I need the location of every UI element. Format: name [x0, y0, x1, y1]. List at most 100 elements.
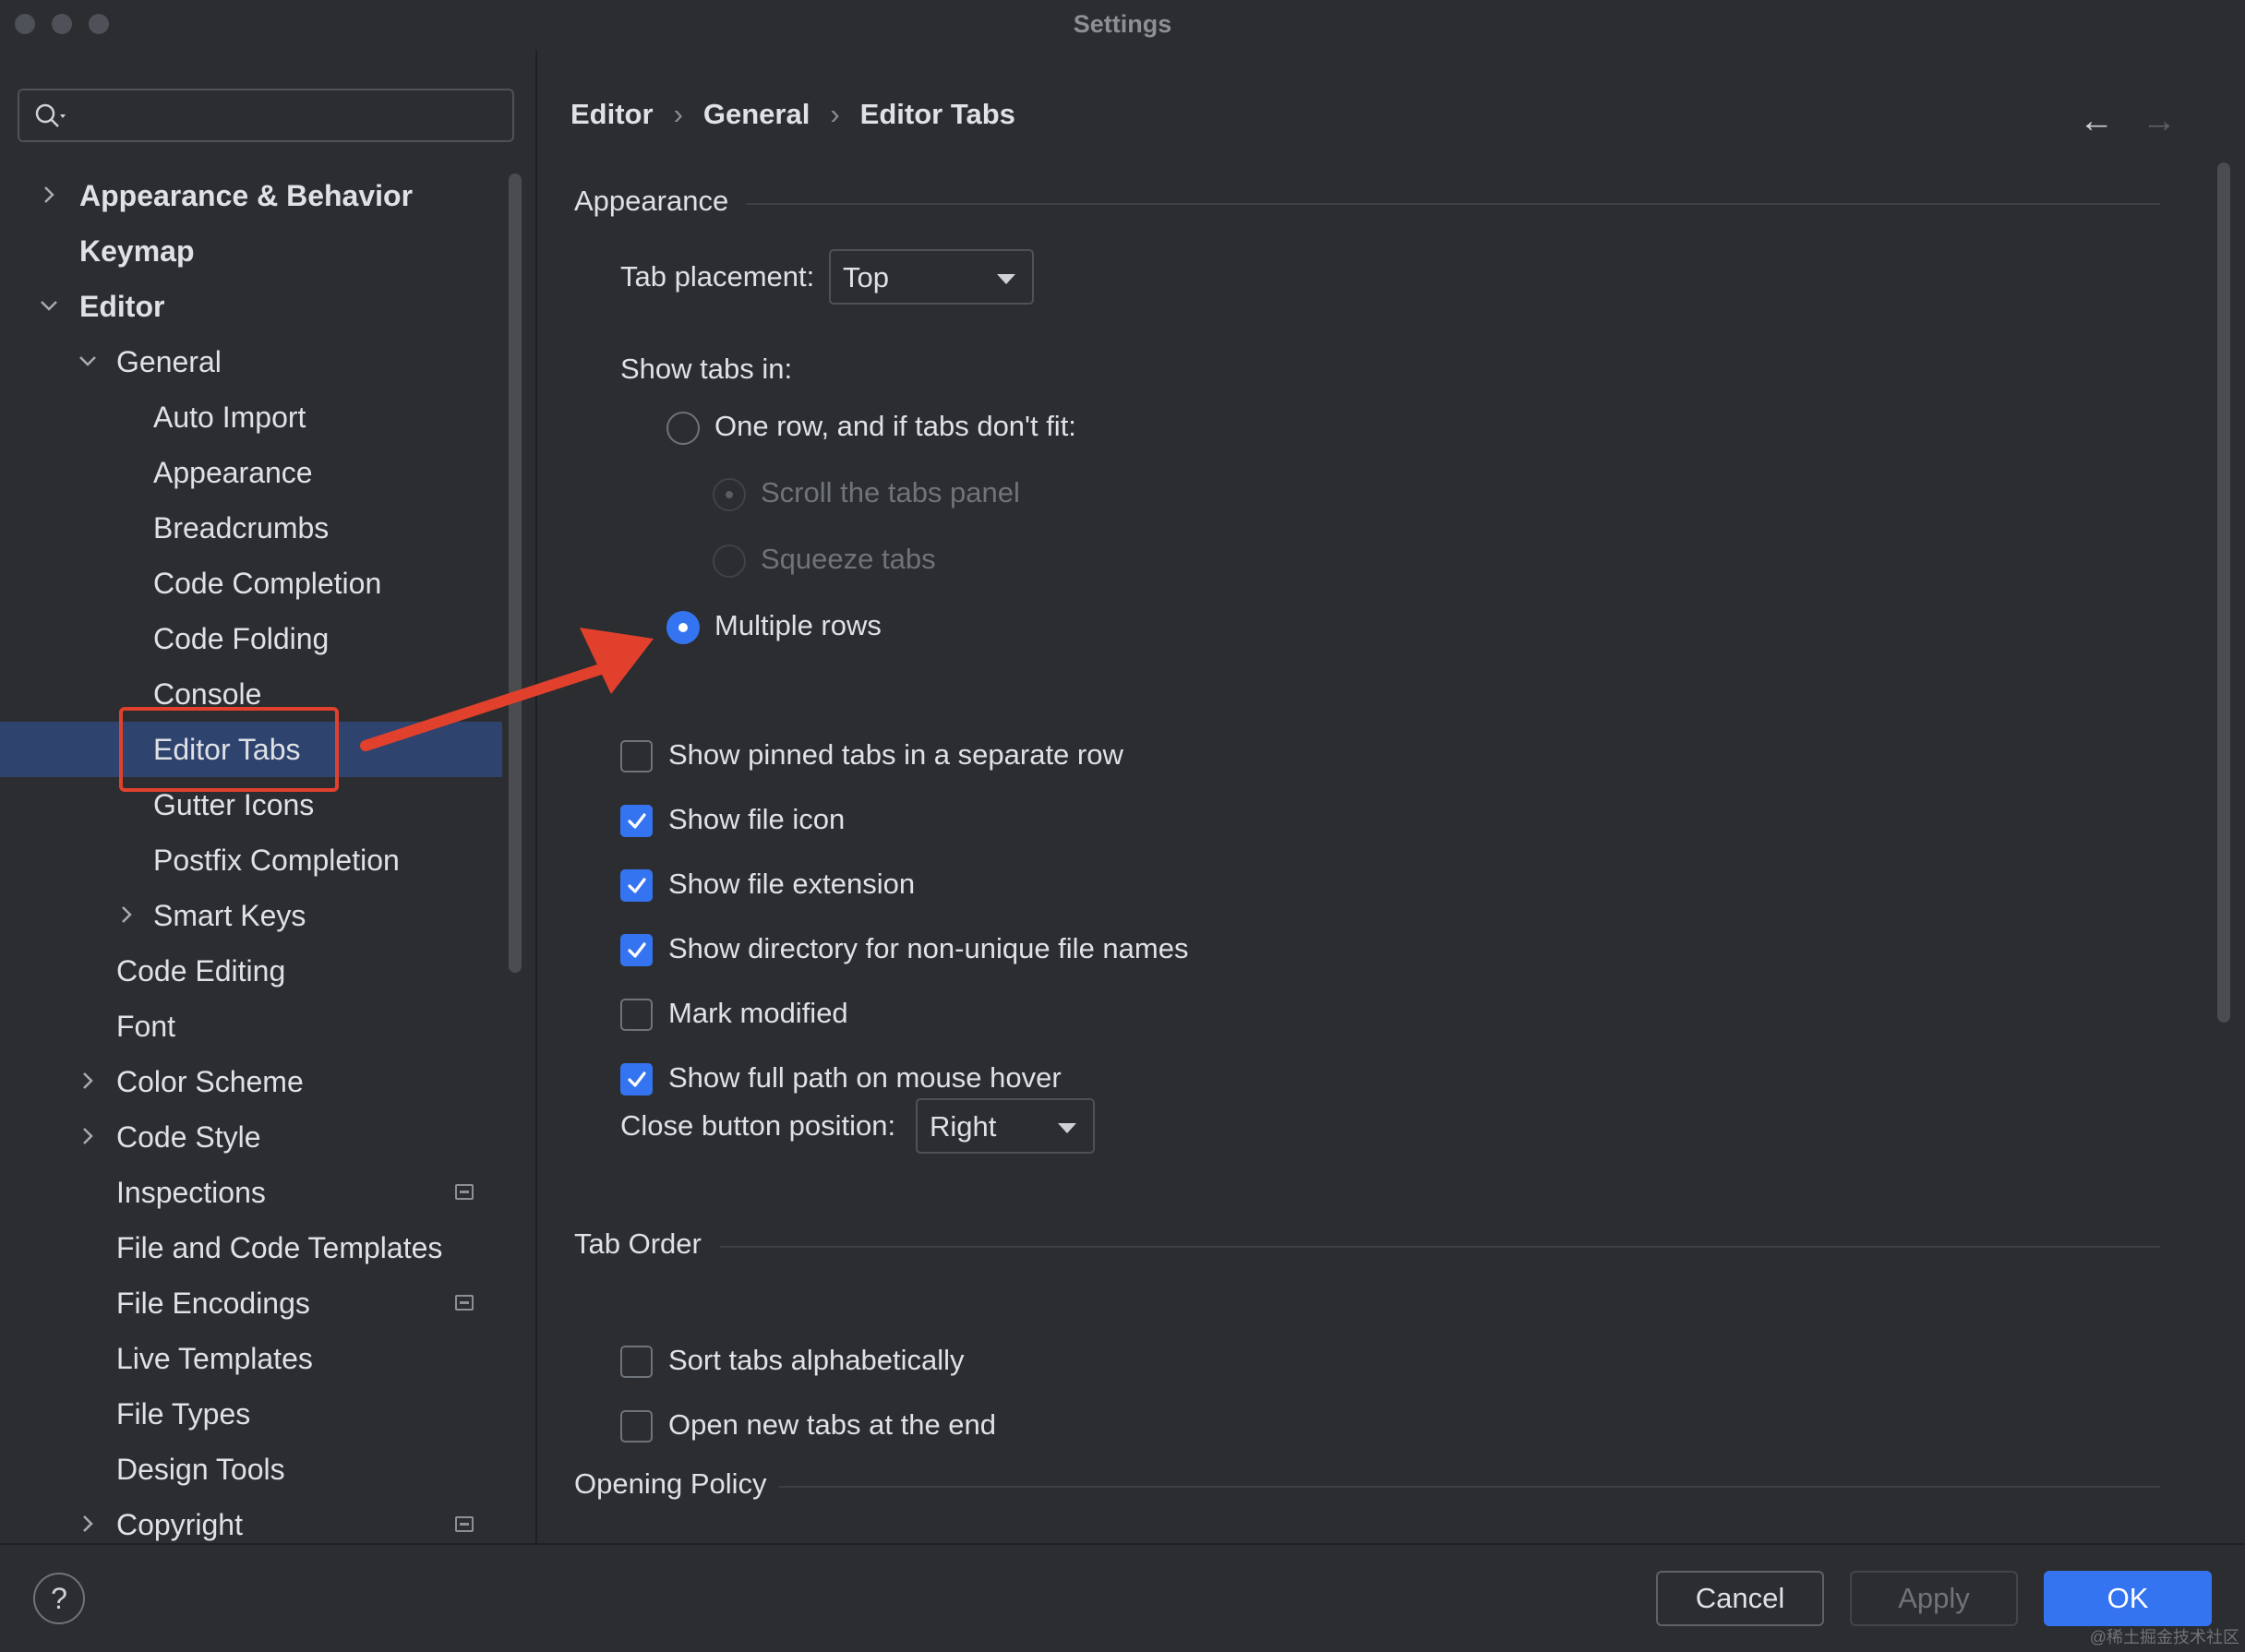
back-arrow-icon[interactable]: ←	[2079, 102, 2114, 141]
sidebar-item-appearance-behavior[interactable]: Appearance & Behavior	[0, 168, 502, 223]
help-button[interactable]: ?	[33, 1573, 85, 1624]
breadcrumb-general[interactable]: General	[703, 98, 810, 130]
forward-arrow-icon[interactable]: →	[2142, 102, 2177, 141]
sidebar-item-label: Code Completion	[153, 567, 382, 600]
sidebar-item-code-editing[interactable]: Code Editing	[0, 943, 502, 999]
sidebar-item-editor[interactable]: Editor	[0, 279, 502, 334]
title-bar: Settings	[0, 0, 2245, 50]
sidebar-item-design-tools[interactable]: Design Tools	[0, 1442, 502, 1497]
checkbox-checked[interactable]	[620, 805, 653, 837]
apply-button[interactable]: Apply	[1850, 1571, 2018, 1626]
checkbox-unchecked[interactable]	[620, 999, 653, 1031]
chevron-right-icon[interactable]	[74, 1067, 102, 1095]
ok-button[interactable]: OK	[2044, 1571, 2212, 1626]
sidebar-item-font[interactable]: Font	[0, 999, 502, 1054]
sidebar-item-label: Gutter Icons	[153, 788, 315, 821]
sidebar-item-label: Code Editing	[116, 954, 286, 988]
radio-button-selected[interactable]	[666, 611, 700, 644]
sidebar-item-label: Copyright	[116, 1508, 243, 1541]
sidebar-item-live-templates[interactable]: Live Templates	[0, 1331, 502, 1386]
checkbox-unchecked[interactable]	[620, 740, 653, 772]
sidebar-item-smart-keys[interactable]: Smart Keys	[0, 888, 502, 943]
chevron-right-icon[interactable]	[74, 1122, 102, 1150]
watermark: @稀土掘金技术社区	[2089, 1628, 2239, 1646]
sidebar-item-label: Design Tools	[116, 1453, 285, 1486]
breadcrumb-editor-tabs: Editor Tabs	[859, 98, 1015, 130]
sidebar-item-code-completion[interactable]: Code Completion	[0, 556, 502, 611]
radio-button[interactable]	[666, 412, 700, 445]
sidebar-item-file-and-code-templates[interactable]: File and Code Templates	[0, 1220, 502, 1275]
show-tabs-in-label: Show tabs in:	[620, 353, 793, 385]
tab-placement-dropdown[interactable]: Top	[829, 249, 1034, 305]
tab-placement-label: Tab placement:	[620, 260, 815, 293]
section-appearance-title: Appearance	[574, 185, 729, 217]
checkmark-icon	[628, 878, 646, 893]
breadcrumb-separator: ›	[830, 98, 840, 130]
settings-search-input[interactable]	[18, 89, 514, 142]
sidebar-item-file-types[interactable]: File Types	[0, 1386, 502, 1442]
sidebar-item-inspections[interactable]: Inspections	[0, 1165, 502, 1220]
sidebar-item-file-encodings[interactable]: File Encodings	[0, 1275, 502, 1331]
close-button-position-label: Close button position:	[620, 1109, 896, 1142]
breadcrumb-editor[interactable]: Editor	[570, 98, 654, 130]
settings-content: Editor › General › Editor Tabs ← → Appearanc…	[537, 50, 2245, 1543]
sidebar-item-label: Inspections	[116, 1176, 266, 1209]
sidebar-item-label: File Encodings	[116, 1287, 310, 1320]
sidebar-item-label: Font	[116, 1010, 176, 1043]
sidebar-item-auto-import[interactable]: Auto Import	[0, 389, 502, 445]
checkbox-unchecked[interactable]	[620, 1410, 653, 1443]
chevron-right-icon[interactable]	[113, 901, 140, 928]
search-icon[interactable]	[34, 102, 75, 131]
sidebar-item-label: Live Templates	[116, 1342, 313, 1375]
sidebar-item-code-folding[interactable]: Code Folding	[0, 611, 502, 666]
chevron-right-icon[interactable]	[74, 1510, 102, 1538]
checkmark-icon	[628, 942, 646, 958]
sidebar-item-label: File and Code Templates	[116, 1231, 443, 1264]
project-settings-icon	[455, 1295, 474, 1311]
sidebar-item-label: Code Style	[116, 1120, 261, 1154]
sidebar-item-postfix-completion[interactable]: Postfix Completion	[0, 832, 502, 888]
checkbox-checked[interactable]	[620, 869, 653, 902]
settings-window: Settings Appearance & Behavior Keymap Edit…	[0, 0, 2245, 1652]
checkmark-icon	[628, 1071, 646, 1087]
chevron-down-icon	[997, 274, 1015, 284]
sidebar-item-general[interactable]: General	[0, 334, 502, 389]
sidebar-scrollbar[interactable]	[509, 174, 522, 973]
radio-scroll-label: Scroll the tabs panel	[761, 476, 1020, 509]
sidebar-item-code-style[interactable]: Code Style	[0, 1109, 502, 1165]
checkbox-checked[interactable]	[620, 1063, 653, 1095]
sidebar-item-label: Editor	[79, 290, 165, 323]
chevron-down-icon	[1058, 1123, 1076, 1133]
radio-button	[713, 545, 746, 578]
sidebar-item-label: Breadcrumbs	[153, 511, 330, 545]
checkbox-label: Sort tabs alphabetically	[668, 1344, 965, 1376]
sidebar-item-breadcrumbs[interactable]: Breadcrumbs	[0, 500, 502, 556]
chevron-down-icon[interactable]	[35, 292, 63, 319]
window-title: Settings	[1073, 10, 1172, 38]
section-divider	[720, 1246, 2160, 1248]
checkmark-icon	[628, 813, 646, 829]
sidebar-item-label: Appearance	[153, 456, 313, 489]
project-settings-icon	[455, 1184, 474, 1200]
sidebar-item-appearance[interactable]: Appearance	[0, 445, 502, 500]
sidebar-item-label: Keymap	[79, 234, 195, 268]
checkbox-unchecked[interactable]	[620, 1346, 653, 1378]
checkbox-label: Mark modified	[668, 997, 848, 1029]
breadcrumb-separator: ›	[673, 98, 683, 130]
breadcrumb: Editor › General › Editor Tabs	[570, 98, 1015, 131]
sidebar-item-color-scheme[interactable]: Color Scheme	[0, 1054, 502, 1109]
checkbox-checked[interactable]	[620, 934, 653, 966]
cancel-button[interactable]: Cancel	[1656, 1571, 1824, 1626]
radio-button	[713, 478, 746, 511]
chevron-down-icon[interactable]	[74, 347, 102, 375]
sidebar-item-keymap[interactable]: Keymap	[0, 223, 502, 279]
checkbox-label: Show directory for non-unique file names	[668, 932, 1189, 964]
checkbox-label: Show pinned tabs in a separate row	[668, 738, 1123, 771]
project-settings-icon	[455, 1516, 474, 1532]
sidebar-item-label: Auto Import	[153, 401, 306, 434]
sidebar-item-label: Code Folding	[153, 622, 330, 655]
chevron-right-icon[interactable]	[35, 181, 63, 209]
close-button-position-dropdown[interactable]: Right	[916, 1098, 1095, 1154]
content-scrollbar[interactable]	[2217, 162, 2230, 1023]
section-divider	[746, 203, 2160, 205]
